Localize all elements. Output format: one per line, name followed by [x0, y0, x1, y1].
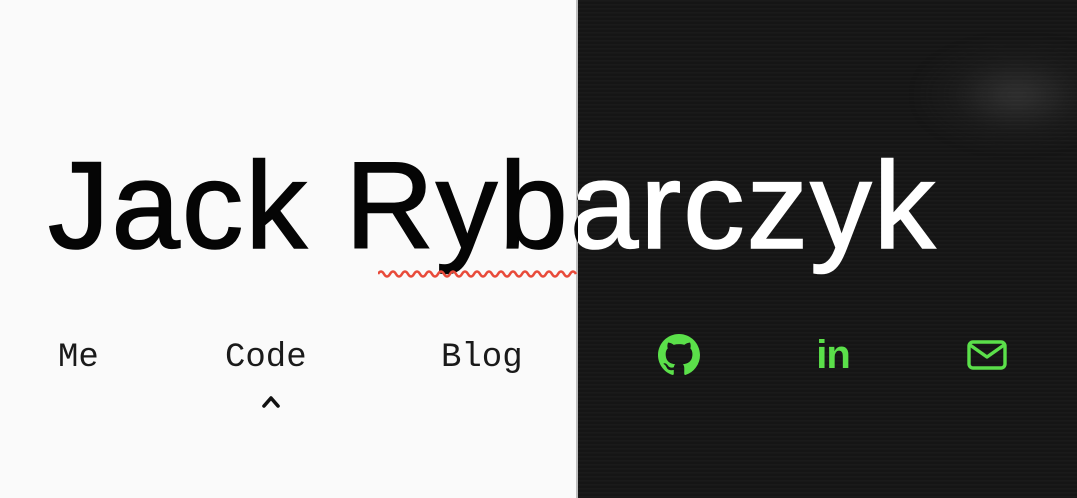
page-title-inverse: Jack Rybarczyk — [578, 138, 938, 275]
title-dark-half: Jack Rybarczyk — [578, 0, 1077, 498]
nav-me[interactable]: Me — [58, 338, 99, 378]
nav-blog[interactable]: Blog — [441, 338, 523, 378]
page-title: Jack Rybarczyk — [47, 138, 578, 275]
linkedin-icon: in — [816, 333, 851, 377]
spellcheck-underline — [378, 270, 578, 278]
active-caret-icon — [262, 396, 280, 408]
mail-icon — [967, 340, 1007, 370]
page: Jack Rybarczyk Jack Rybarczyk Me Code Bl… — [0, 0, 1077, 498]
linkedin-link[interactable]: in — [811, 333, 855, 377]
nav-code[interactable]: Code — [225, 338, 307, 378]
mail-link[interactable] — [965, 333, 1009, 377]
github-icon — [658, 334, 700, 375]
github-link[interactable] — [657, 333, 701, 377]
title-light-half: Jack Rybarczyk — [0, 0, 578, 498]
